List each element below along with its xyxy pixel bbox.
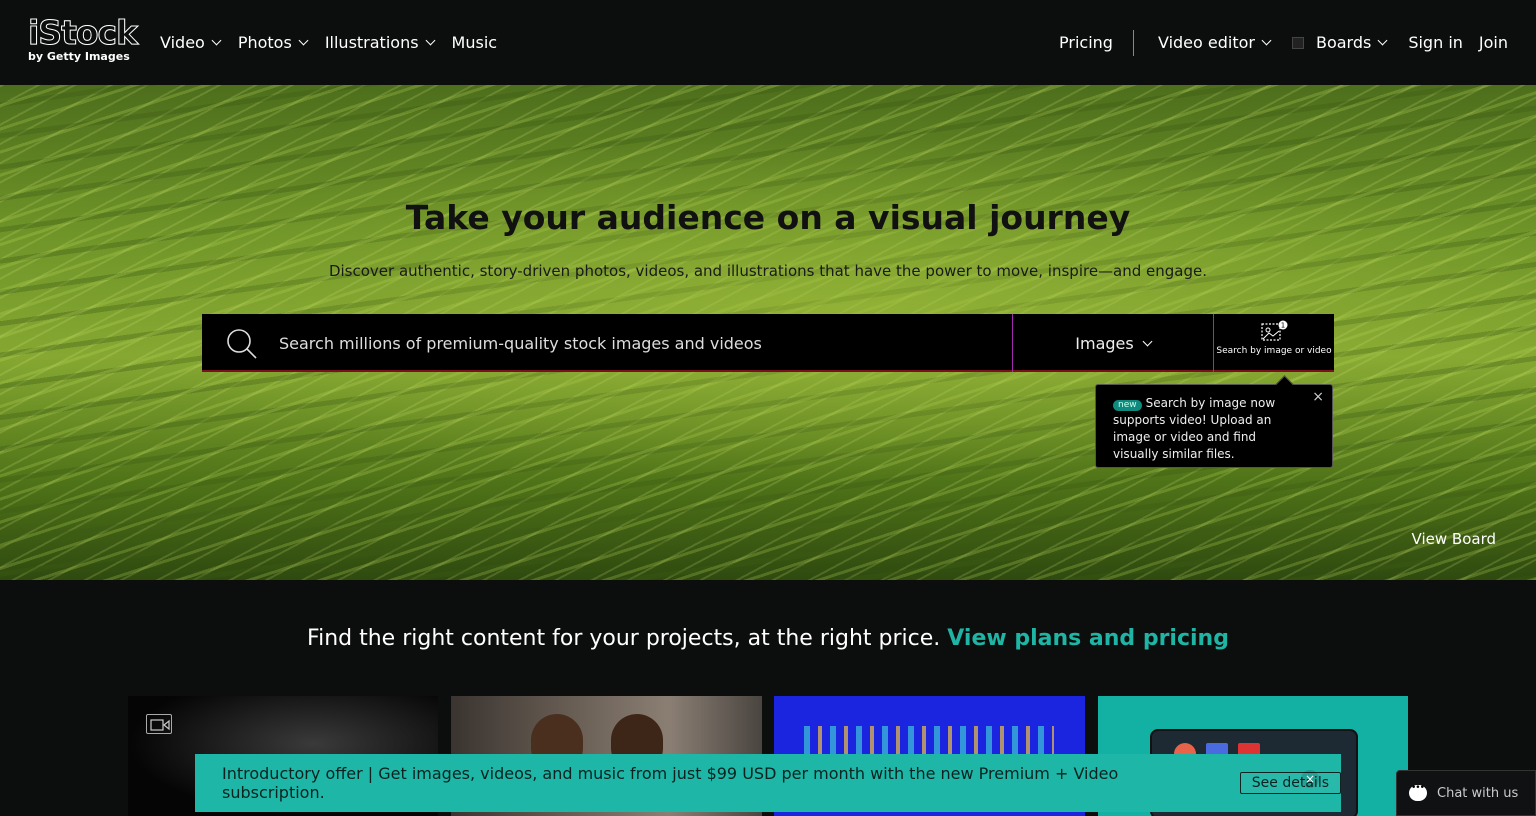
nav-photos-label: Photos [237,33,292,52]
nav-illustrations[interactable]: Illustrations [324,33,435,52]
boards-icon [1291,36,1304,49]
close-icon[interactable]: × [1312,389,1324,406]
search-icon[interactable] [224,326,258,360]
offer-text: Introductory offer | Get images, videos,… [222,764,1119,802]
join-link[interactable]: Join [1479,33,1508,52]
nav-video-label: Video [160,33,205,52]
nav-divider [1132,29,1134,56]
hero-title: Take your audience on a visual journey [405,198,1131,237]
boards-label: Boards [1315,33,1372,52]
nav-photos[interactable]: Photos [237,33,309,52]
media-type-select[interactable]: Images [1013,314,1213,372]
top-navigation: iStock by Getty Images Video Photos Illu… [0,0,1536,85]
see-details-button[interactable]: See details [1239,772,1341,794]
hero-subtitle: Discover authentic, story-driven photos,… [328,262,1208,280]
video-editor-menu[interactable]: Video editor [1157,33,1272,52]
nav-music-label: Music [451,33,498,52]
logo-subtitle: by Getty Images [28,50,130,63]
svg-text:1: 1 [1281,322,1285,330]
secondary-nav: Pricing Video editor Boards Sign in Join [1059,0,1508,85]
video-camera-icon [146,714,172,734]
introductory-offer-banner: Introductory offer | Get images, videos,… [195,754,1341,812]
media-type-value: Images [1075,333,1134,353]
search-by-image-label: Search by image or video [1216,346,1332,356]
chevron-down-icon [298,35,309,46]
hero-banner: Take your audience on a visual journey D… [0,85,1536,580]
promo-text: Find the right content for your projects… [307,626,941,651]
search-bar: Search millions of premium-quality stock… [202,314,1334,372]
nav-illustrations-label: Illustrations [324,33,419,52]
chevron-down-icon [425,35,435,46]
chevron-down-icon [1261,35,1272,46]
chevron-down-icon [1142,336,1153,346]
search-input[interactable]: Search millions of premium-quality stock… [279,314,999,372]
boards-menu[interactable]: Boards [1291,33,1388,52]
view-board-link[interactable]: View Board [1412,530,1496,548]
primary-nav: Video Photos Illustrations Music [160,0,497,85]
view-plans-link[interactable]: View plans and pricing [947,626,1229,651]
istock-logo[interactable]: iStock by Getty Images [28,13,139,66]
new-badge: new [1113,400,1142,411]
sign-in-link[interactable]: Sign in [1408,33,1463,52]
close-icon[interactable]: × [1301,770,1319,788]
nav-video[interactable]: Video [160,33,222,52]
chevron-down-icon [211,35,222,46]
search-by-image-button[interactable]: 1 Search by image or video [1214,314,1334,372]
search-by-image-tooltip: new Search by image now supports video! U… [1095,384,1333,468]
nav-music[interactable]: Music [452,33,498,52]
video-editor-label: Video editor [1157,33,1255,52]
chat-bubble-icon [1409,783,1427,801]
chevron-down-icon [1377,35,1388,46]
pricing-promo: Find the right content for your projects… [0,626,1536,651]
logo-wordmark: iStock [28,13,139,52]
chat-label: Chat with us [1437,785,1519,801]
pricing-link[interactable]: Pricing [1059,33,1133,52]
chat-widget[interactable]: Chat with us [1396,770,1536,816]
image-search-icon: 1 [1261,320,1288,341]
